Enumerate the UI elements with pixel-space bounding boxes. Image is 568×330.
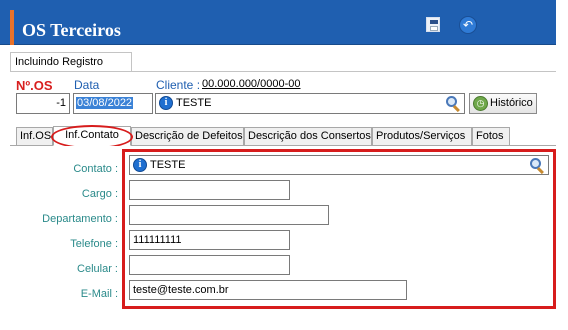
contato-label: Contato :: [73, 163, 118, 175]
title-accent: [10, 10, 14, 45]
nos-field[interactable]: -1: [16, 93, 70, 114]
celular-label: Celular :: [77, 263, 118, 275]
cliente-label: Cliente :: [156, 78, 201, 92]
cliente-code-link[interactable]: 00.000.000/0000-00: [202, 78, 300, 90]
search-icon[interactable]: [446, 96, 461, 113]
cliente-field[interactable]: i TESTE: [155, 93, 465, 114]
data-value: 03/08/2022: [76, 97, 134, 109]
undo-button[interactable]: ↶: [455, 12, 481, 38]
tab-fotos[interactable]: Fotos: [472, 127, 510, 146]
tab-produtos-servicos[interactable]: Produtos/Serviços: [372, 127, 472, 146]
mode-tab: Incluindo Registro: [10, 52, 132, 72]
save-button[interactable]: [420, 12, 446, 38]
highlight-box: [122, 149, 556, 309]
page-title: OS Terceiros: [22, 20, 121, 40]
historico-label: Histórico: [490, 97, 533, 109]
data-field[interactable]: 03/08/2022: [73, 93, 153, 114]
historico-button[interactable]: ◷ Histórico: [469, 93, 537, 114]
tab-descricao-defeitos[interactable]: Descrição de Defeitos: [131, 127, 244, 146]
email-label: E-Mail :: [80, 288, 118, 300]
data-label: Data: [74, 78, 100, 92]
info-icon: i: [159, 96, 173, 110]
floppy-save-icon: [426, 17, 440, 32]
tab-inf-os[interactable]: Inf.OS: [16, 127, 53, 146]
departamento-label: Departamento :: [42, 213, 118, 225]
cargo-label: Cargo :: [81, 188, 118, 200]
nos-label: Nº.OS: [16, 78, 53, 93]
tab-descricao-consertos[interactable]: Descrição dos Consertos: [244, 127, 372, 146]
history-icon: ◷: [473, 96, 488, 111]
telefone-label: Telefone :: [70, 238, 118, 250]
undo-icon: ↶: [459, 16, 477, 34]
divider: [10, 71, 556, 72]
cliente-value: TESTE: [176, 97, 212, 109]
